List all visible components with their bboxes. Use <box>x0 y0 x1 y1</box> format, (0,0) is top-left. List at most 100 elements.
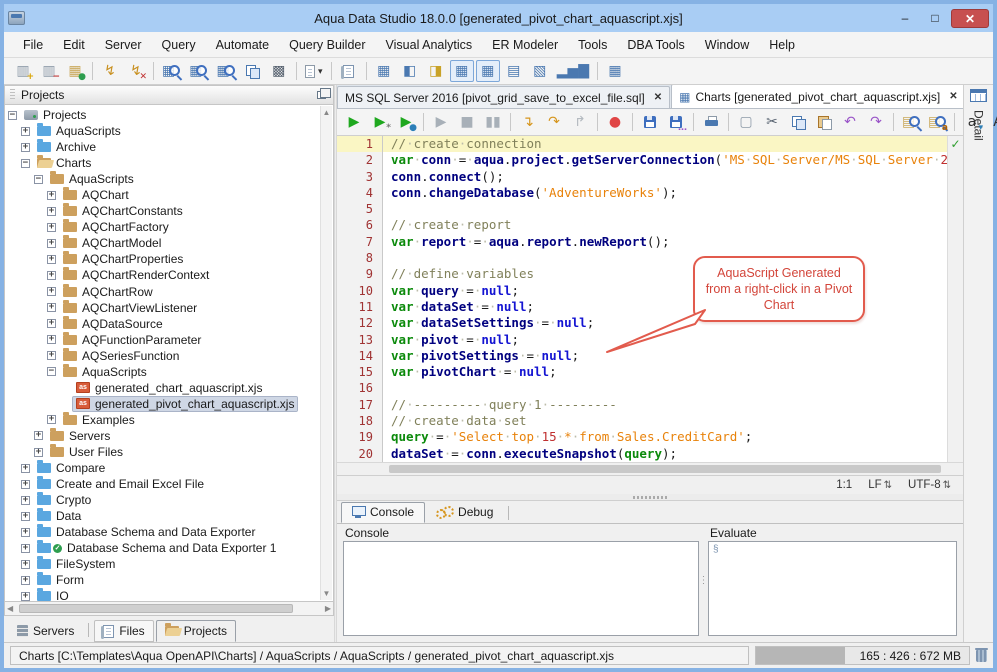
cascade-windows-button[interactable] <box>241 60 265 82</box>
code-line[interactable]: 19query·=·'Select·top·15·*·from·Sales.Cr… <box>337 429 947 445</box>
disconnect-plug-button[interactable]: ↯✕ <box>124 60 148 82</box>
step-over-button[interactable]: ↷ <box>542 111 566 133</box>
tree-item[interactable]: +AQSeriesFunction <box>8 348 319 364</box>
unregister-server-button[interactable]: ▥− <box>37 60 61 82</box>
code-editor[interactable]: 1//·create·connection2var·conn·=·aqua.pr… <box>337 136 963 462</box>
code-line[interactable]: 16 <box>337 380 947 396</box>
connect-server-button[interactable]: ▦● <box>63 60 87 82</box>
print-button[interactable] <box>699 111 723 133</box>
tree-item[interactable]: +Archive <box>8 139 319 155</box>
lowercase-button[interactable]: a▾ <box>960 111 984 133</box>
find-button[interactable]: ▤ <box>899 111 923 133</box>
close-button[interactable]: ✕ <box>951 9 989 28</box>
scroll-down-icon[interactable]: ▼ <box>323 589 331 598</box>
maximize-button[interactable]: □ <box>921 9 949 28</box>
editor-tab[interactable]: ▦Charts [generated_pivot_chart_aquascrip… <box>671 85 963 108</box>
scrollbar-thumb[interactable] <box>19 604 293 613</box>
er-diagram-button[interactable]: ▧ <box>528 60 552 82</box>
grid-view-button[interactable]: ▦ <box>450 60 474 82</box>
run-with-debugger-button[interactable]: ▶* <box>368 111 392 133</box>
expand-icon[interactable]: + <box>21 496 30 505</box>
tree-item[interactable]: +Examples <box>8 412 319 428</box>
tree-item[interactable]: +Crypto <box>8 492 319 508</box>
menu-er-modeler[interactable]: ER Modeler <box>483 35 567 55</box>
evaluate-input[interactable]: § <box>708 541 957 636</box>
annotation-strip[interactable]: ✓ <box>947 136 963 462</box>
tree-item[interactable]: +AQChartProperties <box>8 251 319 267</box>
menu-file[interactable]: File <box>14 35 52 55</box>
expand-icon[interactable]: + <box>47 271 56 280</box>
tree-item[interactable]: +AQChartConstants <box>8 203 319 219</box>
tree-item[interactable]: +AQChartModel <box>8 235 319 251</box>
expand-icon[interactable]: + <box>47 255 56 264</box>
tree-item[interactable]: asgenerated_chart_aquascript.xjs <box>8 380 319 396</box>
query-analyzer-results-button[interactable]: ▦ <box>213 60 238 82</box>
collapse-icon[interactable]: − <box>21 159 30 168</box>
tree-item[interactable]: +AQChartViewListener <box>8 300 319 316</box>
code-line[interactable]: 7var·report·=·aqua.report.newReport(); <box>337 234 947 250</box>
expand-icon[interactable]: + <box>21 512 30 521</box>
grid-results-button[interactable]: ▦ <box>372 60 396 82</box>
tree-item[interactable]: +FileSystem <box>8 556 319 572</box>
pause-button[interactable]: ▮▮ <box>481 111 505 133</box>
tree-item[interactable]: +IO <box>8 588 319 602</box>
expand-icon[interactable]: + <box>47 319 56 328</box>
open-script-button[interactable] <box>337 60 361 82</box>
tree-item[interactable]: +Servers <box>8 428 319 444</box>
tree-item[interactable]: +AQChart <box>8 187 319 203</box>
toggle-breakpoint-button[interactable]: ● <box>603 111 627 133</box>
minimize-button[interactable]: – <box>891 9 919 28</box>
menu-automate[interactable]: Automate <box>207 35 279 55</box>
collapse-icon[interactable]: − <box>8 111 17 120</box>
scroll-left-icon[interactable]: ◀ <box>7 604 13 613</box>
outline-view-button[interactable]: ▤ <box>502 60 526 82</box>
collapse-icon[interactable]: − <box>34 175 43 184</box>
step-into-button[interactable]: ↴ <box>516 111 540 133</box>
tree-item[interactable]: asgenerated_pivot_chart_aquascript.xjs <box>8 396 319 412</box>
resume-button[interactable]: ▶ <box>429 111 453 133</box>
tree-item[interactable]: +AQChartRenderContext <box>8 267 319 283</box>
expand-icon[interactable]: + <box>21 464 30 473</box>
cut-button[interactable]: ✂ <box>760 111 784 133</box>
memory-gauge[interactable]: 165 : 426 : 672 MB <box>755 646 970 665</box>
menu-window[interactable]: Window <box>696 35 758 55</box>
tree-item[interactable]: +✓Database Schema and Data Exporter 1 <box>8 540 319 556</box>
expand-icon[interactable]: + <box>34 431 43 440</box>
pivot-grid-button[interactable]: ▦ <box>476 60 500 82</box>
stacked-tables-button[interactable]: ▩ <box>267 60 291 82</box>
query-analyzer-grid-button[interactable]: ▦ <box>186 60 211 82</box>
scrollbar-thumb[interactable] <box>389 465 941 473</box>
expand-icon[interactable]: + <box>21 544 30 553</box>
code-line[interactable]: 6//·create·report <box>337 217 947 233</box>
save-button[interactable] <box>638 111 662 133</box>
close-tab-icon[interactable]: ✕ <box>949 91 957 102</box>
paste-button[interactable] <box>812 111 836 133</box>
expand-icon[interactable]: + <box>47 415 56 424</box>
tree-item[interactable]: +Data <box>8 508 319 524</box>
float-panel-icon[interactable] <box>317 91 326 99</box>
tree-item[interactable]: +Form <box>8 572 319 588</box>
menu-visual-analytics[interactable]: Visual Analytics <box>377 35 482 55</box>
stop-button[interactable]: ■ <box>455 111 479 133</box>
menu-help[interactable]: Help <box>760 35 804 55</box>
tree-item[interactable]: +AQChartRow <box>8 284 319 300</box>
menu-query-builder[interactable]: Query Builder <box>280 35 374 55</box>
tree-item[interactable]: +AquaScripts <box>8 123 319 139</box>
replace-button[interactable]: ▤a <box>925 111 949 133</box>
editor-horizontal-scrollbar[interactable] <box>337 462 963 475</box>
expand-icon[interactable]: + <box>21 480 30 489</box>
menu-dba-tools[interactable]: DBA Tools <box>618 35 693 55</box>
line-ending-selector[interactable]: LF⇅ <box>868 479 892 491</box>
run-script-button[interactable]: ▶ <box>342 111 366 133</box>
connect-plug-button[interactable]: ↯ <box>98 60 122 82</box>
code-line[interactable]: 4conn.changeDatabase('AdventureWorks'); <box>337 185 947 201</box>
open-query-analyzer-button[interactable]: ▦ <box>159 60 184 82</box>
expand-icon[interactable]: + <box>47 303 56 312</box>
dropdown-arrow-icon[interactable]: ▾ <box>318 66 323 77</box>
expand-icon[interactable]: + <box>21 576 30 585</box>
new-document-button[interactable]: ▾ <box>302 60 326 82</box>
expand-icon[interactable]: + <box>47 287 56 296</box>
expand-icon[interactable]: + <box>47 207 56 216</box>
menu-query[interactable]: Query <box>153 35 205 55</box>
tree-horizontal-scrollbar[interactable]: ◀ ▶ <box>4 602 334 616</box>
